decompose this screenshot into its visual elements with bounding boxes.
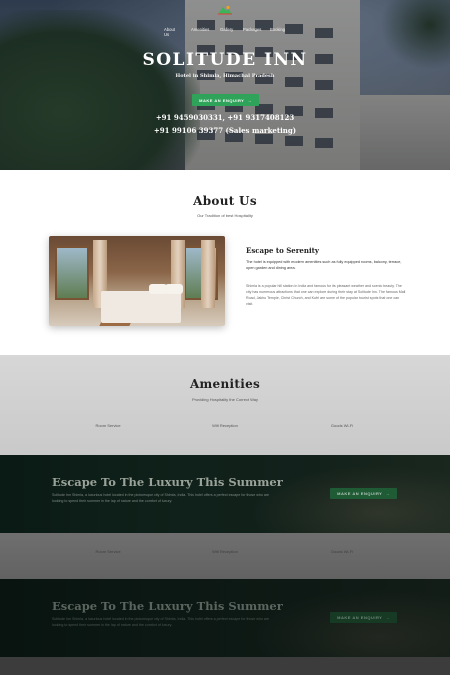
sales-phone: +91 99106 39377 (Sales marketing) bbox=[153, 126, 297, 135]
make-enquiry-button[interactable]: MAKE AN ENQUIRY → bbox=[192, 94, 259, 106]
banner-enquiry-button[interactable]: MAKE AN ENQUIRY → bbox=[330, 488, 397, 499]
summer-banner-repeat: Escape To The Luxury This Summer Solitud… bbox=[0, 579, 450, 657]
about-shimla-text: Shimla is a popular hill station in Indi… bbox=[246, 284, 406, 306]
summer-banner: Escape To The Luxury This Summer Solitud… bbox=[0, 455, 450, 533]
banner-text: Solitude Inn Shimla, a luxurious hotel l… bbox=[52, 493, 270, 503]
about-description: The hotel is equipped with modern amenit… bbox=[246, 260, 402, 270]
nav-amenities[interactable]: Amenities bbox=[191, 27, 209, 32]
amenity-wifi-reception: Wifi Reception bbox=[212, 549, 238, 554]
about-subtitle: Our Tradition of best Hospitality bbox=[197, 213, 253, 218]
escape-heading: Escape to Serenity bbox=[246, 246, 319, 255]
amenity-wifi: Goods Wi-Fi bbox=[330, 549, 354, 554]
amenity-wifi: Goods Wi-Fi bbox=[330, 423, 354, 428]
amenities-row-repeat: Room Service Wifi Reception Goods Wi-Fi bbox=[0, 533, 450, 579]
amenities-subtitle: Providing Hospitality the Correct Way bbox=[191, 397, 259, 402]
hotel-name: SOLITUDE INN bbox=[142, 50, 308, 70]
hotel-location: Hotel in Shimla, Himachal Pradesh bbox=[175, 73, 275, 79]
enquiry-button-label: MAKE AN ENQUIRY bbox=[199, 97, 245, 103]
logo-icon[interactable] bbox=[217, 5, 233, 15]
hero-section: About Us Amenities Gallery Packages Book… bbox=[0, 0, 450, 170]
nav-gallery[interactable]: Gallery bbox=[220, 27, 233, 32]
phone-numbers: +91 9459030331, +91 9317408123 bbox=[155, 113, 295, 122]
nav-booking[interactable]: Booking bbox=[270, 27, 285, 32]
amenities-section: Amenities Providing Hospitality the Corr… bbox=[0, 355, 450, 455]
enquiry-button-label: MAKE AN ENQUIRY bbox=[337, 615, 383, 620]
footer-strip bbox=[0, 657, 450, 675]
about-title: About Us bbox=[193, 194, 257, 208]
banner-title: Escape To The Luxury This Summer bbox=[52, 599, 283, 613]
room-photo bbox=[49, 236, 225, 326]
enquiry-button-label: MAKE AN ENQUIRY bbox=[337, 491, 383, 496]
nav-packages[interactable]: Packages bbox=[243, 27, 261, 32]
about-section: About Us Our Tradition of best Hospitali… bbox=[0, 170, 450, 355]
amenity-wifi-reception: Wifi Reception bbox=[212, 423, 238, 428]
banner-text: Solitude Inn Shimla, a luxurious hotel l… bbox=[52, 617, 270, 627]
arrow-right-icon: → bbox=[247, 97, 252, 103]
amenities-title: Amenities bbox=[189, 377, 261, 391]
banner-enquiry-button[interactable]: MAKE AN ENQUIRY → bbox=[330, 612, 397, 623]
amenity-room-service: Room Service bbox=[95, 423, 121, 428]
nav-about-us[interactable]: About Us bbox=[164, 27, 175, 37]
hero-overlay bbox=[0, 0, 450, 170]
arrow-right-icon: → bbox=[385, 491, 390, 496]
amenity-room-service: Room Service bbox=[95, 549, 121, 554]
arrow-right-icon: → bbox=[385, 615, 390, 620]
banner-title: Escape To The Luxury This Summer bbox=[52, 475, 283, 489]
